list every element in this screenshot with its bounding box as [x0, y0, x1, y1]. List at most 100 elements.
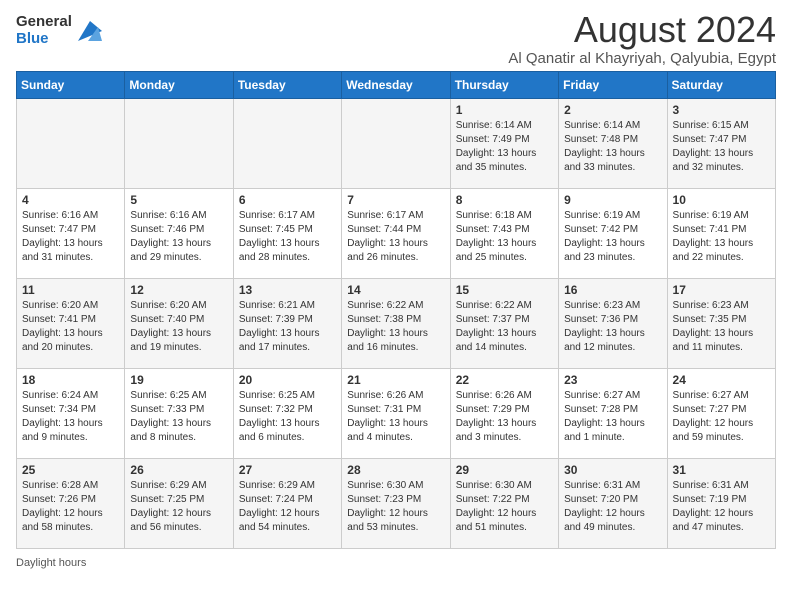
- day-number: 14: [347, 283, 444, 297]
- logo: General Blue: [16, 14, 102, 47]
- calendar-cell: 10Sunrise: 6:19 AM Sunset: 7:41 PM Dayli…: [667, 188, 775, 278]
- calendar-cell: [233, 98, 341, 188]
- day-number: 20: [239, 373, 336, 387]
- day-header: Thursday: [450, 71, 558, 98]
- day-info: Sunrise: 6:25 AM Sunset: 7:32 PM Dayligh…: [239, 389, 336, 445]
- day-header: Friday: [559, 71, 667, 98]
- day-info: Sunrise: 6:31 AM Sunset: 7:20 PM Dayligh…: [564, 479, 661, 535]
- day-info: Sunrise: 6:27 AM Sunset: 7:28 PM Dayligh…: [564, 389, 661, 445]
- day-info: Sunrise: 6:18 AM Sunset: 7:43 PM Dayligh…: [456, 209, 553, 265]
- day-info: Sunrise: 6:20 AM Sunset: 7:41 PM Dayligh…: [22, 299, 119, 355]
- day-info: Sunrise: 6:22 AM Sunset: 7:38 PM Dayligh…: [347, 299, 444, 355]
- calendar-table: SundayMondayTuesdayWednesdayThursdayFrid…: [16, 71, 776, 549]
- calendar-cell: 19 Sunrise: 6:25 AM Sunset: 7:33 PM Dayli…: [125, 368, 233, 458]
- day-header: Monday: [125, 71, 233, 98]
- title-area: August 2024 Al Qanatir al Khayriyah, Qal…: [508, 10, 776, 67]
- day-info: Sunrise: 6:29 AM Sunset: 7:25 PM Dayligh…: [130, 479, 227, 535]
- calendar-cell: 8Sunrise: 6:18 AM Sunset: 7:43 PM Daylig…: [450, 188, 558, 278]
- calendar-week-row: 4Sunrise: 6:16 AM Sunset: 7:47 PM Daylig…: [17, 188, 776, 278]
- day-number: 30: [564, 463, 661, 477]
- calendar-cell: [17, 98, 125, 188]
- header-row: SundayMondayTuesdayWednesdayThursdayFrid…: [17, 71, 776, 98]
- day-number: 22: [456, 373, 553, 387]
- calendar-cell: 4Sunrise: 6:16 AM Sunset: 7:47 PM Daylig…: [17, 188, 125, 278]
- calendar-cell: 9 Sunrise: 6:19 AM Sunset: 7:42 PM Daylig…: [559, 188, 667, 278]
- calendar-cell: 6 Sunrise: 6:17 AM Sunset: 7:45 PM Daylig…: [233, 188, 341, 278]
- calendar-cell: 21Sunrise: 6:26 AM Sunset: 7:31 PM Dayli…: [342, 368, 450, 458]
- calendar-cell: 23 Sunrise: 6:27 AM Sunset: 7:28 PM Dayli…: [559, 368, 667, 458]
- calendar-cell: 15 Sunrise: 6:22 AM Sunset: 7:37 PM Dayli…: [450, 278, 558, 368]
- day-info: Sunrise: 6:15 AM Sunset: 7:47 PM Dayligh…: [673, 119, 770, 175]
- day-number: 17: [673, 283, 770, 297]
- day-number: 29: [456, 463, 553, 477]
- calendar-cell: 5 Sunrise: 6:16 AM Sunset: 7:46 PM Daylig…: [125, 188, 233, 278]
- calendar-cell: 1 Sunrise: 6:14 AM Sunset: 7:49 PM Daylig…: [450, 98, 558, 188]
- calendar-cell: 3Sunrise: 6:15 AM Sunset: 7:47 PM Daylig…: [667, 98, 775, 188]
- calendar-cell: 27Sunrise: 6:29 AM Sunset: 7:24 PM Dayli…: [233, 458, 341, 548]
- day-info: Sunrise: 6:22 AM Sunset: 7:37 PM Dayligh…: [456, 299, 553, 355]
- day-info: Sunrise: 6:23 AM Sunset: 7:35 PM Dayligh…: [673, 299, 770, 355]
- logo-general: General: [16, 14, 72, 31]
- day-info: Sunrise: 6:26 AM Sunset: 7:29 PM Dayligh…: [456, 389, 553, 445]
- day-number: 26: [130, 463, 227, 477]
- day-info: Sunrise: 6:16 AM Sunset: 7:47 PM Dayligh…: [22, 209, 119, 265]
- day-info: Sunrise: 6:31 AM Sunset: 7:19 PM Dayligh…: [673, 479, 770, 535]
- day-number: 5: [130, 193, 227, 207]
- page-header: General Blue August 2024 Al Qanatir al K…: [16, 10, 776, 67]
- calendar-cell: 28 Sunrise: 6:30 AM Sunset: 7:23 PM Dayli…: [342, 458, 450, 548]
- day-info: Sunrise: 6:27 AM Sunset: 7:27 PM Dayligh…: [673, 389, 770, 445]
- calendar-cell: 31Sunrise: 6:31 AM Sunset: 7:19 PM Dayli…: [667, 458, 775, 548]
- day-info: Sunrise: 6:17 AM Sunset: 7:44 PM Dayligh…: [347, 209, 444, 265]
- calendar-cell: 17 Sunrise: 6:23 AM Sunset: 7:35 PM Dayli…: [667, 278, 775, 368]
- day-number: 12: [130, 283, 227, 297]
- calendar-cell: 2Sunrise: 6:14 AM Sunset: 7:48 PM Daylig…: [559, 98, 667, 188]
- day-number: 28: [347, 463, 444, 477]
- day-number: 24: [673, 373, 770, 387]
- day-number: 6: [239, 193, 336, 207]
- day-info: Sunrise: 6:14 AM Sunset: 7:49 PM Dayligh…: [456, 119, 553, 175]
- calendar-cell: 11 Sunrise: 6:20 AM Sunset: 7:41 PM Dayli…: [17, 278, 125, 368]
- day-number: 10: [673, 193, 770, 207]
- calendar-cell: [125, 98, 233, 188]
- day-info: Sunrise: 6:23 AM Sunset: 7:36 PM Dayligh…: [564, 299, 661, 355]
- day-number: 25: [22, 463, 119, 477]
- day-number: 15: [456, 283, 553, 297]
- day-info: Sunrise: 6:26 AM Sunset: 7:31 PM Dayligh…: [347, 389, 444, 445]
- day-number: 1: [456, 103, 553, 117]
- day-info: Sunrise: 6:14 AM Sunset: 7:48 PM Dayligh…: [564, 119, 661, 175]
- day-info: Sunrise: 6:21 AM Sunset: 7:39 PM Dayligh…: [239, 299, 336, 355]
- calendar-cell: 18Sunrise: 6:24 AM Sunset: 7:34 PM Dayli…: [17, 368, 125, 458]
- calendar-week-row: 1 Sunrise: 6:14 AM Sunset: 7:49 PM Daylig…: [17, 98, 776, 188]
- day-header: Saturday: [667, 71, 775, 98]
- day-info: Sunrise: 6:30 AM Sunset: 7:22 PM Dayligh…: [456, 479, 553, 535]
- calendar-cell: [342, 98, 450, 188]
- day-info: Sunrise: 6:24 AM Sunset: 7:34 PM Dayligh…: [22, 389, 119, 445]
- day-header: Wednesday: [342, 71, 450, 98]
- day-info: Sunrise: 6:20 AM Sunset: 7:40 PM Dayligh…: [130, 299, 227, 355]
- footer-label: Daylight hours: [16, 557, 86, 569]
- day-info: Sunrise: 6:16 AM Sunset: 7:46 PM Dayligh…: [130, 209, 227, 265]
- day-info: Sunrise: 6:30 AM Sunset: 7:23 PM Dayligh…: [347, 479, 444, 535]
- location-title: Al Qanatir al Khayriyah, Qalyubia, Egypt: [508, 50, 776, 67]
- day-number: 11: [22, 283, 119, 297]
- calendar-cell: 24 Sunrise: 6:27 AM Sunset: 7:27 PM Dayli…: [667, 368, 775, 458]
- day-info: Sunrise: 6:17 AM Sunset: 7:45 PM Dayligh…: [239, 209, 336, 265]
- footer: Daylight hours: [16, 557, 776, 569]
- day-number: 19: [130, 373, 227, 387]
- calendar-week-row: 18Sunrise: 6:24 AM Sunset: 7:34 PM Dayli…: [17, 368, 776, 458]
- calendar-cell: 30 Sunrise: 6:31 AM Sunset: 7:20 PM Dayli…: [559, 458, 667, 548]
- calendar-cell: 13 Sunrise: 6:21 AM Sunset: 7:39 PM Dayli…: [233, 278, 341, 368]
- day-info: Sunrise: 6:29 AM Sunset: 7:24 PM Dayligh…: [239, 479, 336, 535]
- day-info: Sunrise: 6:25 AM Sunset: 7:33 PM Dayligh…: [130, 389, 227, 445]
- day-number: 23: [564, 373, 661, 387]
- logo-icon: [74, 17, 102, 45]
- calendar-cell: 26 Sunrise: 6:29 AM Sunset: 7:25 PM Dayli…: [125, 458, 233, 548]
- day-header: Sunday: [17, 71, 125, 98]
- calendar-cell: 14 Sunrise: 6:22 AM Sunset: 7:38 PM Dayli…: [342, 278, 450, 368]
- calendar-cell: 22 Sunrise: 6:26 AM Sunset: 7:29 PM Dayli…: [450, 368, 558, 458]
- day-number: 13: [239, 283, 336, 297]
- calendar-cell: 16Sunrise: 6:23 AM Sunset: 7:36 PM Dayli…: [559, 278, 667, 368]
- day-number: 9: [564, 193, 661, 207]
- month-title: August 2024: [508, 10, 776, 50]
- day-info: Sunrise: 6:19 AM Sunset: 7:42 PM Dayligh…: [564, 209, 661, 265]
